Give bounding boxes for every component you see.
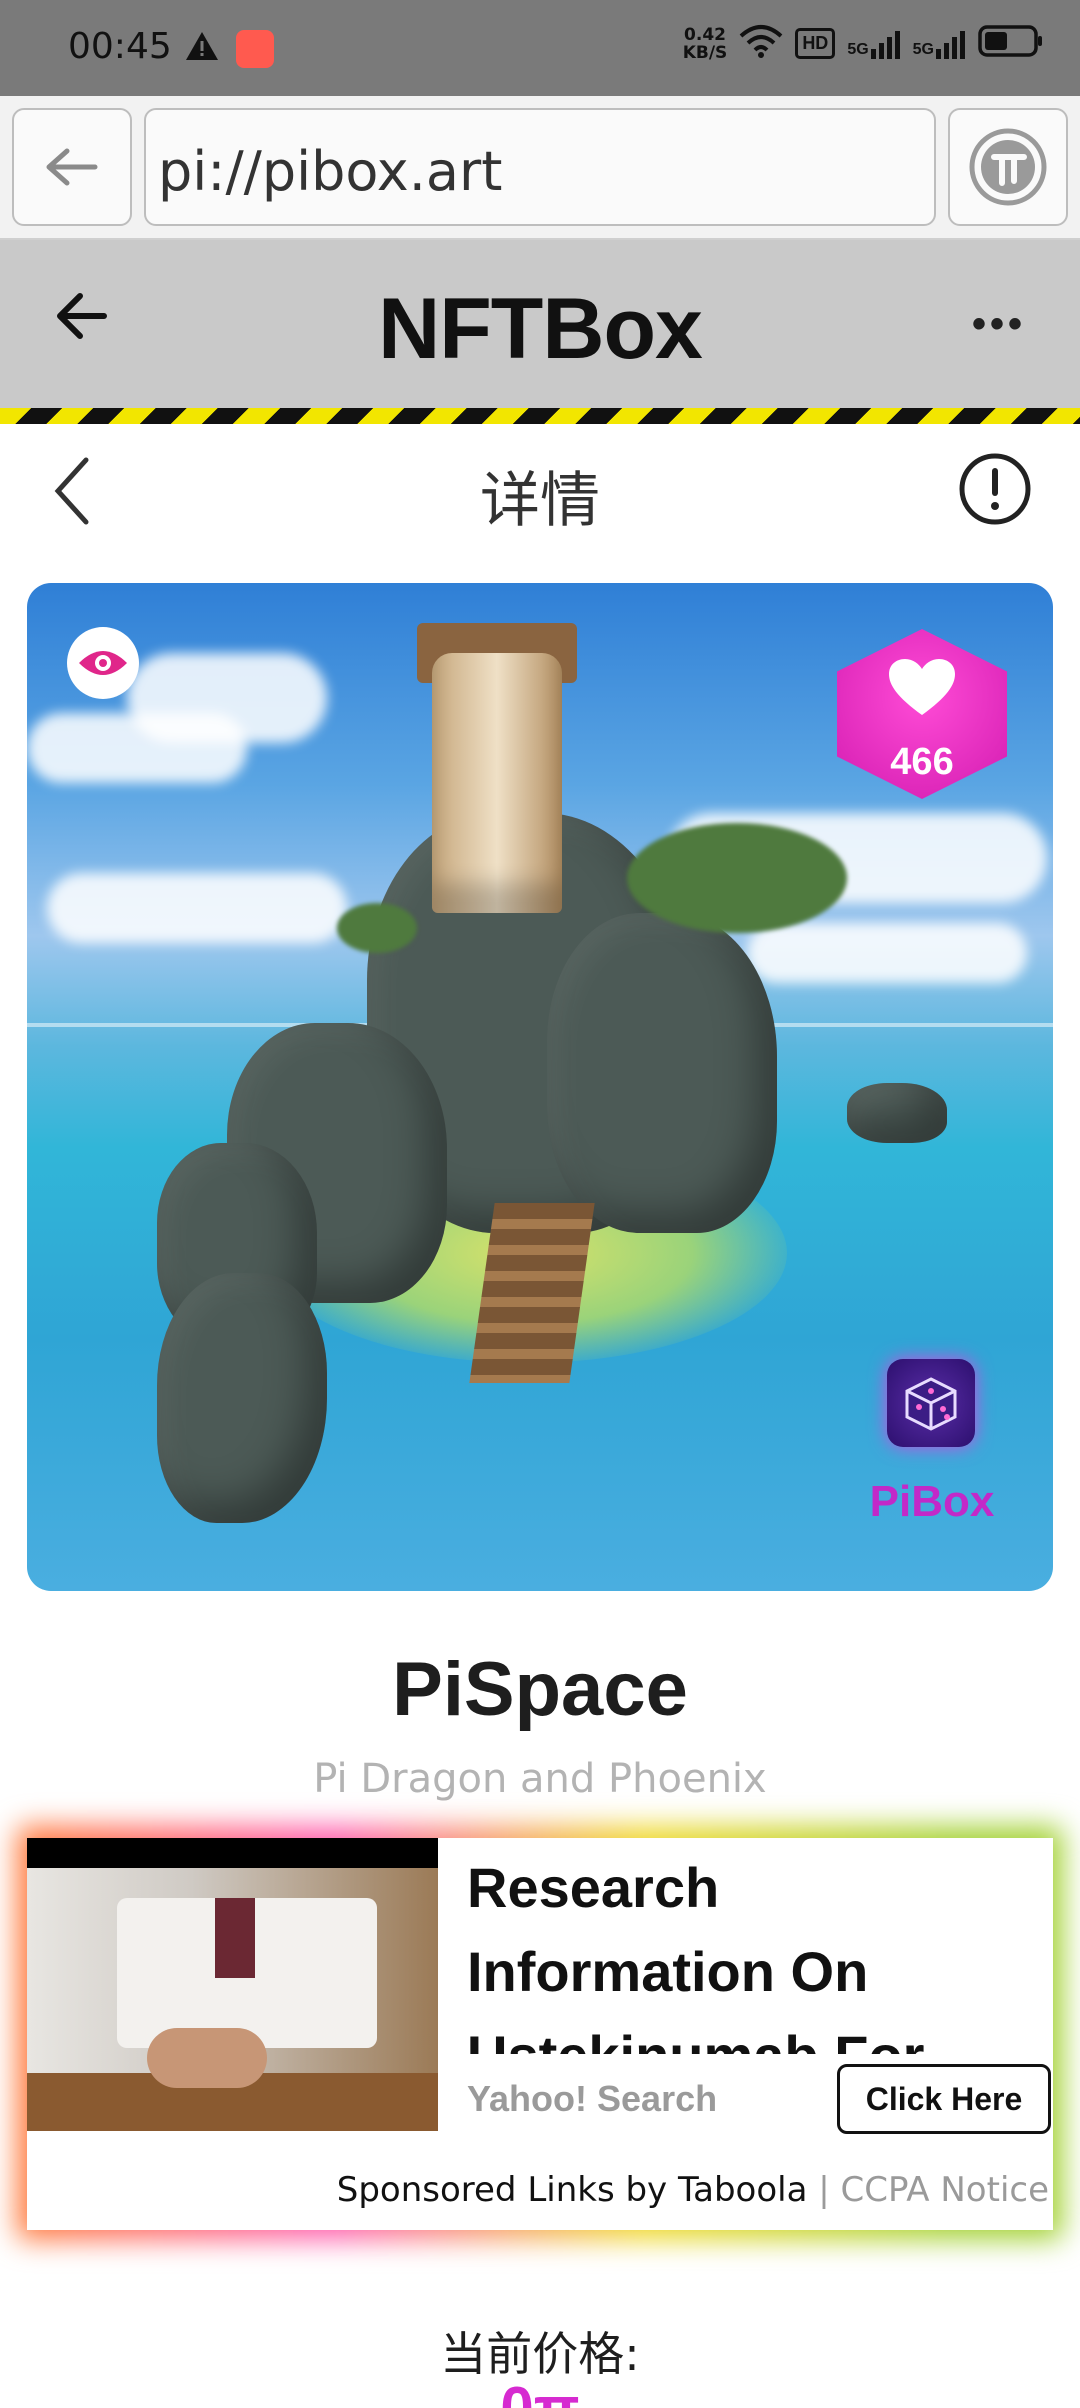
page-title: 详情: [480, 466, 600, 536]
nft-name: PiSpace: [392, 1647, 688, 1732]
status-indicators: 0.42 KB/S HD 5G 5G: [683, 24, 1044, 63]
like-count: 466: [890, 741, 954, 783]
ad-footer-separator: |: [807, 2170, 841, 2210]
info-button[interactable]: [958, 452, 1032, 531]
island-rock: [547, 913, 777, 1233]
browser-back-button[interactable]: [12, 108, 132, 226]
price-value: 0π: [0, 2374, 1080, 2408]
ad-photo-tie: [215, 1898, 255, 1978]
warning-icon: [184, 30, 220, 67]
pibox-logo: [887, 1359, 975, 1447]
battery-icon: [978, 24, 1044, 63]
more-options-button[interactable]: •••: [972, 302, 1026, 347]
nft-image-card[interactable]: 466 PiBox: [27, 583, 1053, 1591]
status-bar: 00:45 0.42 KB/S HD 5G 5G: [0, 0, 1080, 96]
wifi-icon: [739, 24, 783, 63]
arrow-left-icon: [46, 148, 98, 186]
sea-rock: [847, 1083, 947, 1143]
sea-rock: [157, 1273, 327, 1523]
app-header: NFTBox •••: [0, 240, 1080, 408]
view-count-button[interactable]: [67, 627, 139, 699]
heart-icon[interactable]: [887, 657, 957, 724]
ad-photo: [27, 1868, 438, 2131]
ad-footer: Sponsored Links by Taboola | CCPA Notice: [337, 2170, 1049, 2210]
ad-photo-hand: [147, 2028, 267, 2088]
pibox-brand-text: PiBox: [869, 1477, 995, 1526]
network-speed: 0.42 KB/S: [682, 24, 728, 63]
notification-app-icon: [236, 30, 274, 68]
signal-icon-sim2: 5G: [913, 29, 966, 59]
dice-icon: [905, 1377, 957, 1431]
signal-icon-sim1: 5G: [847, 29, 900, 59]
tower: [432, 653, 562, 913]
pi-logo-icon: [969, 128, 1047, 206]
pi-browser-button[interactable]: [948, 108, 1068, 226]
sponsored-ad[interactable]: Research Information On Ustekinumab For …: [27, 1838, 1053, 2230]
ad-image[interactable]: [27, 1838, 438, 2131]
tree: [337, 903, 417, 953]
cloud: [747, 923, 1027, 983]
eye-icon: [79, 651, 127, 675]
taboola-sponsor-link[interactable]: Sponsored Links by Taboola: [337, 2170, 808, 2210]
status-time: 00:45: [68, 26, 172, 67]
cloud: [47, 873, 347, 943]
url-bar[interactable]: pi://pibox.art: [144, 108, 936, 226]
url-text[interactable]: pi://pibox.art: [158, 140, 502, 203]
app-title: NFTBox: [378, 281, 703, 377]
tree: [627, 823, 847, 933]
nft-collection[interactable]: Pi Dragon and Phoenix: [0, 1756, 1080, 1802]
browser-toolbar: pi://pibox.art: [0, 96, 1080, 240]
ad-source: Yahoo! Search: [467, 2078, 718, 2119]
ad-click-here-button[interactable]: Click Here: [837, 2064, 1051, 2134]
ccpa-notice-link[interactable]: CCPA Notice: [841, 2170, 1050, 2210]
hazard-stripe-divider: [0, 408, 1080, 424]
ad-headline[interactable]: Research Information On Ustekinumab For: [467, 1846, 1037, 2054]
cloud: [127, 653, 327, 743]
hd-badge: HD: [795, 28, 836, 59]
exclamation-circle-icon: [959, 453, 1031, 525]
